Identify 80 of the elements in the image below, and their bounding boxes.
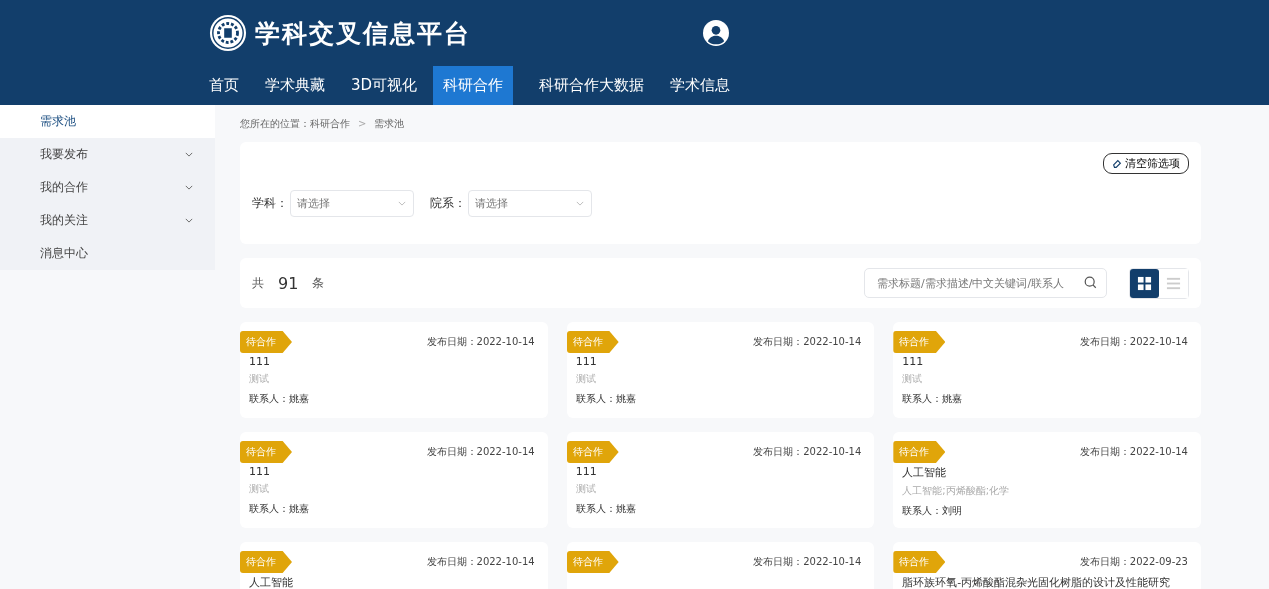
demand-card[interactable]: 待合作 发布日期：2022-10-14 111 测试 联系人：姚嘉 [566, 432, 875, 528]
demand-card[interactable]: 待合作 发布日期：2022-10-14 人工智能 [240, 542, 548, 589]
demand-card[interactable]: 待合作 发布日期：2022-10-14 111 测试 联系人：姚嘉 [240, 322, 548, 418]
nav-tab[interactable]: 科研合作 [433, 66, 514, 105]
status-tag: 待合作 [240, 551, 292, 573]
result-count: 91 [278, 273, 299, 293]
sidebar-item[interactable]: 需求池 [0, 105, 215, 138]
breadcrumb-separator: > [358, 118, 367, 129]
card-title: 111 [249, 465, 271, 478]
card-description: 人工智能;丙烯酸酯;化学 [902, 484, 1011, 498]
card-contact: 联系人：姚嘉 [249, 502, 310, 516]
demand-card[interactable]: 待合作 发布日期：2022-10-14 111 测试 联系人：姚嘉 [893, 322, 1201, 418]
status-tag: 待合作 [566, 441, 619, 463]
publish-date: 发布日期：2022-10-14 [426, 335, 535, 349]
card-description: 测试 [575, 372, 597, 386]
clear-filters-button[interactable]: 清空筛选项 [1103, 153, 1189, 174]
card-title: 人工智能 [902, 465, 948, 480]
publish-date: 发布日期：2022-09-23 [1079, 555, 1188, 569]
card-contact: 联系人：姚嘉 [902, 392, 964, 406]
sidebar-item[interactable]: 消息中心 [0, 237, 215, 270]
select-field[interactable]: 请选择 [468, 189, 592, 217]
breadcrumb-current: 需求池 [374, 116, 405, 131]
nav-tab[interactable]: 学术典藏 [255, 66, 335, 105]
demand-card[interactable]: 待合作 发布日期：2022-10-14 人工智能 人工智能;丙烯酸酯;化学 联系人：刘明 [893, 432, 1201, 528]
card-title: 111 [575, 465, 598, 478]
publish-date: 发布日期：2022-10-14 [753, 555, 862, 569]
status-tag: 待合作 [566, 331, 619, 353]
demand-card[interactable]: 待合作 发布日期：2022-10-14 [566, 542, 875, 589]
list-icon [1166, 275, 1181, 291]
demand-card[interactable]: 待合作 发布日期：2022-10-14 111 测试 联系人：姚嘉 [240, 432, 548, 528]
publish-date: 发布日期：2022-10-14 [426, 555, 535, 569]
site-title: 学科交叉信息平台 [255, 17, 471, 50]
chevron-down-icon [576, 200, 584, 206]
publish-date: 发布日期：2022-10-14 [753, 445, 862, 459]
status-tag: 待合作 [893, 441, 946, 463]
grid-view-button[interactable] [1130, 268, 1159, 298]
sidebar-item[interactable]: 我的关注 [0, 204, 215, 237]
card-description: 测试 [575, 482, 597, 496]
status-tag: 待合作 [893, 331, 946, 353]
status-tag: 待合作 [566, 551, 619, 573]
status-tag: 待合作 [240, 441, 292, 463]
nav-tab[interactable]: 学术信息 [660, 66, 741, 105]
status-tag: 待合作 [893, 551, 946, 573]
card-title: 脂环族环氧-丙烯酸酯混杂光固化树脂的设计及性能研究 [902, 575, 1172, 589]
card-title: 111 [575, 355, 598, 368]
card-title: 111 [249, 355, 271, 368]
card-title: 人工智能 [249, 575, 294, 589]
sidebar-item[interactable]: 我的合作 [0, 171, 215, 204]
card-contact: 联系人：姚嘉 [575, 502, 637, 516]
card-contact: 联系人：刘明 [902, 504, 964, 518]
user-avatar-icon[interactable] [703, 20, 729, 46]
breadcrumb-link[interactable]: 您所在的位置：科研合作 [240, 116, 350, 131]
nav-tab[interactable]: 3D可视化 [341, 66, 428, 105]
card-description: 测试 [249, 482, 270, 496]
logo-icon [209, 14, 247, 52]
publish-date: 发布日期：2022-10-14 [426, 445, 535, 459]
publish-date: 发布日期：2022-10-14 [753, 335, 862, 349]
select-field[interactable]: 请选择 [290, 189, 414, 217]
card-description: 测试 [902, 372, 924, 386]
nav-tab[interactable]: 科研合作大数据 [529, 66, 655, 105]
eraser-icon [1112, 158, 1122, 169]
search-field[interactable]: 需求标题/需求描述/中文关键词/联系人 [864, 268, 1107, 298]
demand-card[interactable]: 待合作 发布日期：2022-09-23 脂环族环氧-丙烯酸酯混杂光固化树脂的设计及性能研究 [893, 542, 1201, 589]
total-prefix: 共 [252, 274, 264, 292]
filter-label: 院系： [430, 194, 466, 212]
publish-date: 发布日期：2022-10-14 [1079, 445, 1188, 459]
filter-label: 学科： [252, 194, 288, 212]
total-suffix: 条 [312, 274, 325, 292]
sidebar-item[interactable]: 我要发布 [0, 138, 215, 171]
card-title: 111 [902, 355, 925, 368]
demand-card[interactable]: 待合作 发布日期：2022-10-14 111 测试 联系人：姚嘉 [566, 322, 875, 418]
publish-date: 发布日期：2022-10-14 [1079, 335, 1188, 349]
grid-icon [1137, 275, 1152, 291]
nav-tab[interactable]: 首页 [209, 66, 249, 105]
card-contact: 联系人：姚嘉 [575, 392, 637, 406]
status-tag: 待合作 [240, 331, 292, 353]
chevron-down-icon [398, 200, 406, 206]
search-icon[interactable] [1084, 276, 1097, 289]
card-contact: 联系人：姚嘉 [249, 392, 310, 406]
card-description: 测试 [249, 372, 270, 386]
